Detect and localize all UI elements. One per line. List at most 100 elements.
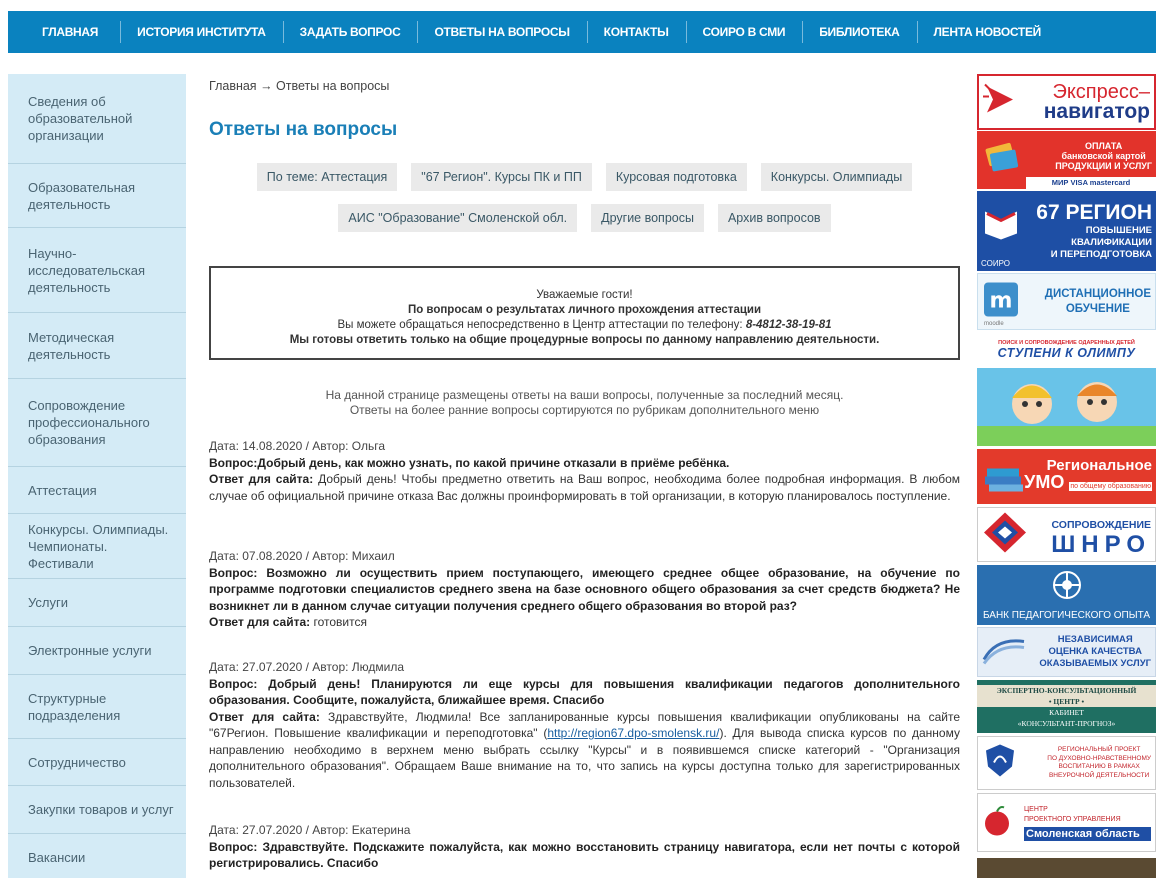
banner-pay-line1: ОПЛАТА [1085, 141, 1123, 151]
breadcrumb-separator: → [260, 79, 273, 93]
banner-region-l3: И ПЕРЕПОДГОТОВКА [1050, 249, 1152, 260]
sidebar-item-contests[interactable]: Конкурсы. Олимпиады. Чемпионаты. Фестива… [8, 514, 186, 579]
diamond-arrows-icon [982, 510, 1028, 559]
sidebar-item-prof-education[interactable]: Сопровождение профессионального образова… [8, 379, 186, 467]
notice-disclaimer: Мы готовы ответить только на общие проце… [289, 334, 880, 346]
notice-greeting: Уважаемые гости! [536, 289, 633, 301]
breadcrumb: Главная → Ответы на вопросы [209, 79, 389, 93]
banner-cab-l1: ЭКСПЕРТНО-КОНСУЛЬТАЦИОННЫЙ [977, 684, 1156, 696]
sidebar-item-org-info[interactable]: Сведения об образовательной организации [8, 74, 186, 164]
banner-steps-olympus[interactable]: ПОИСК И СОПРОВОЖДЕНИЕ ОДАРЕННЫХ ДЕТЕЙ СТ… [977, 333, 1156, 367]
intro-text: На данной странице размещены ответы на в… [209, 388, 960, 418]
banner-dnv-l2: ПО ДУХОВНО-НРАВСТВЕННОМУ [1047, 754, 1151, 762]
nav-item-contacts[interactable]: Контакты [586, 11, 686, 53]
filter-button-ais[interactable]: АИС "Образование" Смоленской обл. [338, 204, 578, 232]
apple-icon [982, 803, 1012, 842]
banner-pay-cards: МИР VISA mastercard [1026, 177, 1156, 189]
banner-region-big: 67 РЕГИОН [1036, 201, 1152, 224]
sidebar-item-label: Электронные услуги [28, 643, 152, 658]
banner-express-navigator[interactable]: Экспресс– навигатор [977, 74, 1156, 130]
sidebar-item-departments[interactable]: Структурные подразделения [8, 675, 186, 739]
banner-project-center[interactable]: ЦЕНТР ПРОЕКТНОГО УПРАВЛЕНИЯ Смоленская о… [977, 793, 1156, 852]
sidebar-item-attestation[interactable]: Аттестация [8, 467, 186, 514]
banner-card-payment[interactable]: ОПЛАТА банковской картой ПРОДУКЦИИ И УСЛ… [977, 131, 1156, 189]
banner-dnv-l1: РЕГИОНАЛЬНЫЙ ПРОЕКТ [1057, 746, 1141, 753]
banner-nok-l2: ОЦЕНКА КАЧЕСТВА [1048, 646, 1142, 657]
intro-line-2: Ответы на более ранние вопросы сортируют… [349, 403, 820, 417]
qa-question: Вопрос: Здравствуйте. Подскажите пожалуй… [209, 839, 960, 871]
filter-button-67-region[interactable]: "67 Регион". Курсы ПК и ПП [411, 163, 592, 191]
qa-question: Вопрос: Возможно ли осуществить прием по… [209, 565, 960, 613]
kids-illustration-icon [977, 382, 1156, 446]
banner-moodle[interactable]: m ДИСТАНЦИОННОЕ ОБУЧЕНИЕ moodle [977, 273, 1156, 330]
filter-button-contests[interactable]: Конкурсы. Олимпиады [760, 163, 913, 191]
banner-proj-l1: ЦЕНТР [1024, 805, 1048, 813]
banner-region-soiro: СОИРО [981, 259, 1010, 268]
top-navigation: Главная История института Задать вопрос … [8, 11, 1156, 53]
banner-steps-big: СТУПЕНИ К ОЛИМПУ [997, 346, 1136, 360]
banner-pedagogical-bank[interactable]: БАНК ПЕДАГОГИЧЕСКОГО ОПЫТА [977, 565, 1156, 625]
banner-partial-bottom[interactable] [977, 858, 1156, 878]
banner-proj-l2: ПРОЕКТНОГО УПРАВЛЕНИЯ [1024, 815, 1121, 823]
filter-button-other[interactable]: Другие вопросы [591, 204, 704, 232]
sidebar-item-methodical[interactable]: Методическая деятельность [8, 313, 186, 379]
sidebar-item-label: Сведения об образовательной организации [28, 94, 133, 143]
sidebar-item-label: Конкурсы. Олимпиады. Чемпионаты. Фестива… [28, 521, 169, 571]
sidebar-item-vacancies[interactable]: Вакансии [8, 834, 186, 878]
nav-item-media[interactable]: СОИРО в СМИ [685, 11, 803, 53]
banner-regional-umo[interactable]: Региональное УМО по общему образованию [977, 449, 1156, 504]
qa-item: Дата: 27.07.2020 / Автор: Екатерина Вопр… [209, 822, 960, 872]
sidebar-item-label: Научно-исследовательская деятельность [28, 245, 146, 295]
sidebar-item-label: Методическая деятельность [28, 329, 115, 362]
shield-icon [982, 743, 1018, 784]
sidebar-item-services[interactable]: Услуги [8, 579, 186, 627]
banner-pay-line3: ПРОДУКЦИИ И УСЛУГ [1055, 161, 1152, 171]
sidebar-item-procurement[interactable]: Закупки товаров и услуг [8, 786, 186, 834]
banner-kids-illustration[interactable] [977, 368, 1156, 446]
book-icon [981, 202, 1021, 245]
nav-item-answers[interactable]: Ответы на вопросы [417, 11, 586, 53]
sidebar-item-label: Вакансии [28, 850, 86, 865]
banner-moodle-l1: ДИСТАНЦИОННОЕ [1044, 287, 1151, 300]
sidebar-item-label: Закупки товаров и услуг [28, 802, 174, 817]
region67-link[interactable]: http://region67.dpo-smolensk.ru/ [547, 726, 719, 740]
arrow-star-icon [983, 83, 1017, 122]
ornament-icon [1049, 569, 1085, 606]
banner-spiritual-project[interactable]: РЕГИОНАЛЬНЫЙ ПРОЕКТ ПО ДУХОВНО-НРАВСТВЕН… [977, 736, 1156, 790]
filter-button-attestation[interactable]: По теме: Аттестация [256, 163, 398, 191]
sidebar-item-education[interactable]: Образовательная деятельность [8, 164, 186, 228]
banner-pay-line2: банковской картой [1061, 151, 1146, 161]
banner-quality-assessment[interactable]: НЕЗАВИСИМАЯ ОЦЕНКА КАЧЕСТВА ОКАЗЫВАЕМЫХ … [977, 627, 1156, 677]
banner-shnro-l2: ШНРО [1051, 530, 1151, 558]
banner-proj-l3: Смоленская область [1024, 826, 1151, 841]
nav-item-library[interactable]: Библиотека [802, 11, 916, 53]
filter-button-courses[interactable]: Курсовая подготовка [605, 163, 747, 191]
banner-consultant-cabinet[interactable]: ЭКСПЕРТНО-КОНСУЛЬТАЦИОННЫЙ • ЦЕНТР • КАБ… [977, 680, 1156, 733]
page-title: Ответы на вопросы [209, 119, 398, 140]
nav-item-news[interactable]: Лента новостей [916, 11, 1059, 53]
filter-button-archive[interactable]: Архив вопросов [717, 204, 831, 232]
qa-answer-text: Добрый день! Чтобы предметно ответить на… [209, 472, 960, 503]
banner-region-l2: КВАЛИФИКАЦИИ [1071, 237, 1152, 248]
filter-buttons-row-2: АИС "Образование" Смоленской обл. Другие… [209, 204, 960, 232]
qa-question: Вопрос:Добрый день, как можно узнать, по… [209, 455, 730, 470]
nav-item-home[interactable]: Главная [8, 11, 120, 53]
banner-shnro[interactable]: СОПРОВОЖДЕНИЕ ШНРО [977, 507, 1156, 562]
notice-phone-prefix: Вы можете обращаться непосредственно в Ц… [337, 319, 743, 331]
nav-item-ask-question[interactable]: Задать вопрос [282, 11, 418, 53]
nav-item-history[interactable]: История института [120, 11, 283, 53]
qa-answer: Ответ для сайта: Добрый день! Чтобы пред… [209, 471, 960, 504]
sidebar-item-label: Аттестация [28, 482, 97, 498]
qa-answer: Ответ для сайта: готовится [209, 614, 960, 631]
banner-67-region[interactable]: 67 РЕГИОН ПОВЫШЕНИЕ КВАЛИФИКАЦИИ И ПЕРЕП… [977, 191, 1156, 271]
moodle-logo-icon: m [982, 280, 1020, 323]
sidebar-item-cooperation[interactable]: Сотрудничество [8, 739, 186, 786]
sidebar-item-research[interactable]: Научно-исследовательская деятельность [8, 228, 186, 313]
sidebar-item-e-services[interactable]: Электронные услуги [8, 627, 186, 675]
banner-umo-l2: УМО [1024, 472, 1065, 492]
banner-cab-l2: • ЦЕНТР • [977, 695, 1156, 707]
banner-express-line1: Экспресс– [1052, 81, 1150, 103]
breadcrumb-home-link[interactable]: Главная [209, 79, 257, 93]
books-icon [981, 454, 1027, 499]
sidebar-item-label: Сопровождение профессионального образова… [28, 398, 150, 447]
